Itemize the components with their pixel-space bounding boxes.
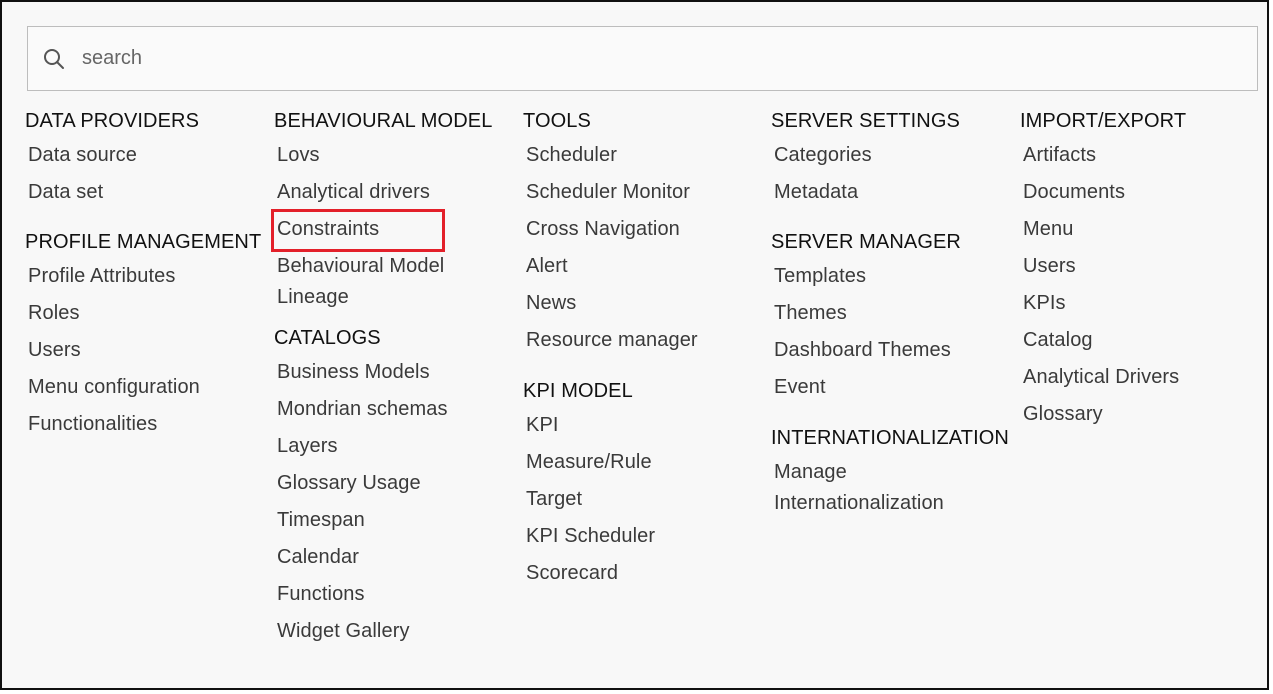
menu-column-2: BEHAVIOURAL MODEL Lovs Analytical driver…: [271, 108, 522, 669]
menu-item-event[interactable]: Event: [771, 370, 1019, 407]
group-internationalization: INTERNATIONALIZATION Manage Internationa…: [771, 425, 1019, 523]
menu-item-glossary[interactable]: Glossary: [1020, 397, 1268, 434]
menu-item-mondrian-schemas[interactable]: Mondrian schemas: [274, 392, 522, 429]
menu-item-kpis[interactable]: KPIs: [1020, 286, 1268, 323]
menu-item-resource-manager[interactable]: Resource manager: [523, 323, 771, 360]
menu-item-scorecard[interactable]: Scorecard: [523, 556, 771, 593]
menu-item-glossary-usage[interactable]: Glossary Usage: [274, 466, 522, 503]
menu-item-menu[interactable]: Menu: [1020, 212, 1268, 249]
menu-item-manage-internationalization[interactable]: Manage Internationalization: [771, 455, 977, 523]
menu-item-kpi[interactable]: KPI: [523, 408, 771, 445]
group-title: BEHAVIOURAL MODEL: [274, 110, 493, 132]
group-title: TOOLS: [523, 110, 591, 132]
menu-item-analytical-drivers[interactable]: Analytical drivers: [274, 175, 522, 212]
group-catalogs: CATALOGS Business Models Mondrian schema…: [274, 325, 522, 651]
group-tools: TOOLS Scheduler Scheduler Monitor Cross …: [523, 108, 771, 360]
menu-item-roles[interactable]: Roles: [25, 296, 273, 333]
menu-item-dashboard-themes[interactable]: Dashboard Themes: [771, 333, 1019, 370]
menu-item-metadata[interactable]: Metadata: [771, 175, 1019, 212]
group-title: PROFILE MANAGEMENT: [25, 231, 262, 253]
menu-item-data-set[interactable]: Data set: [25, 175, 273, 212]
group-title: INTERNATIONALIZATION: [771, 427, 1009, 449]
menu-item-lovs[interactable]: Lovs: [274, 138, 522, 175]
group-import-export: IMPORT/EXPORT Artifacts Documents Menu U…: [1020, 108, 1268, 434]
menu-item-measure-rule[interactable]: Measure/Rule: [523, 445, 771, 482]
menu-item-data-source[interactable]: Data source: [25, 138, 273, 175]
menu-item-behavioural-model-lineage[interactable]: Behavioural Model Lineage: [274, 249, 510, 317]
menu-column-5: IMPORT/EXPORT Artifacts Documents Menu U…: [1020, 108, 1268, 452]
menu-item-functions[interactable]: Functions: [274, 577, 522, 614]
group-behavioural-model: BEHAVIOURAL MODEL Lovs Analytical driver…: [271, 108, 522, 317]
search-icon: [42, 47, 66, 71]
group-title: CATALOGS: [274, 327, 381, 349]
menu-item-users[interactable]: Users: [1020, 249, 1268, 286]
group-server-settings: SERVER SETTINGS Categories Metadata: [771, 108, 1019, 212]
menu-item-themes[interactable]: Themes: [771, 296, 1019, 333]
group-profile-management: PROFILE MANAGEMENT Profile Attributes Ro…: [25, 229, 273, 444]
menu-column-3: TOOLS Scheduler Scheduler Monitor Cross …: [523, 108, 771, 611]
group-kpi-model: KPI MODEL KPI Measure/Rule Target KPI Sc…: [523, 378, 771, 593]
search-box[interactable]: [27, 26, 1258, 91]
menu-item-target[interactable]: Target: [523, 482, 771, 519]
menu-item-constraints[interactable]: Constraints: [271, 209, 445, 252]
menu-item-functionalities[interactable]: Functionalities: [25, 407, 273, 444]
menu-item-news[interactable]: News: [523, 286, 771, 323]
menu-item-scheduler[interactable]: Scheduler: [523, 138, 771, 175]
group-title: SERVER MANAGER: [771, 231, 961, 253]
menu-item-widget-gallery[interactable]: Widget Gallery: [274, 614, 522, 651]
menu-item-profile-attributes[interactable]: Profile Attributes: [25, 259, 273, 296]
menu-item-categories[interactable]: Categories: [771, 138, 1019, 175]
menu-column-1: DATA PROVIDERS Data source Data set PROF…: [25, 108, 273, 462]
menu-item-catalog[interactable]: Catalog: [1020, 323, 1268, 360]
menu-item-business-models[interactable]: Business Models: [274, 355, 522, 392]
menu-item-artifacts[interactable]: Artifacts: [1020, 138, 1268, 175]
menu-item-users[interactable]: Users: [25, 333, 273, 370]
menu-item-kpi-scheduler[interactable]: KPI Scheduler: [523, 519, 771, 556]
menu-item-alert[interactable]: Alert: [523, 249, 771, 286]
menu-item-analytical-drivers[interactable]: Analytical Drivers: [1020, 360, 1268, 397]
menu-item-layers[interactable]: Layers: [274, 429, 522, 466]
menu-item-documents[interactable]: Documents: [1020, 175, 1268, 212]
search-input[interactable]: [80, 46, 1184, 71]
group-title: SERVER SETTINGS: [771, 110, 960, 132]
group-title: DATA PROVIDERS: [25, 110, 200, 132]
group-data-providers: DATA PROVIDERS Data source Data set: [25, 108, 273, 212]
menu-item-menu-configuration[interactable]: Menu configuration: [25, 370, 273, 407]
group-title: IMPORT/EXPORT: [1020, 110, 1187, 132]
menu-item-timespan[interactable]: Timespan: [274, 503, 522, 540]
menu-item-scheduler-monitor[interactable]: Scheduler Monitor: [523, 175, 771, 212]
menu-item-cross-navigation[interactable]: Cross Navigation: [523, 212, 771, 249]
menu-column-4: SERVER SETTINGS Categories Metadata SERV…: [771, 108, 1019, 541]
group-server-manager: SERVER MANAGER Templates Themes Dashboar…: [771, 229, 1019, 407]
menu-item-templates[interactable]: Templates: [771, 259, 1019, 296]
menu-item-calendar[interactable]: Calendar: [274, 540, 522, 577]
group-title: KPI MODEL: [523, 380, 633, 402]
